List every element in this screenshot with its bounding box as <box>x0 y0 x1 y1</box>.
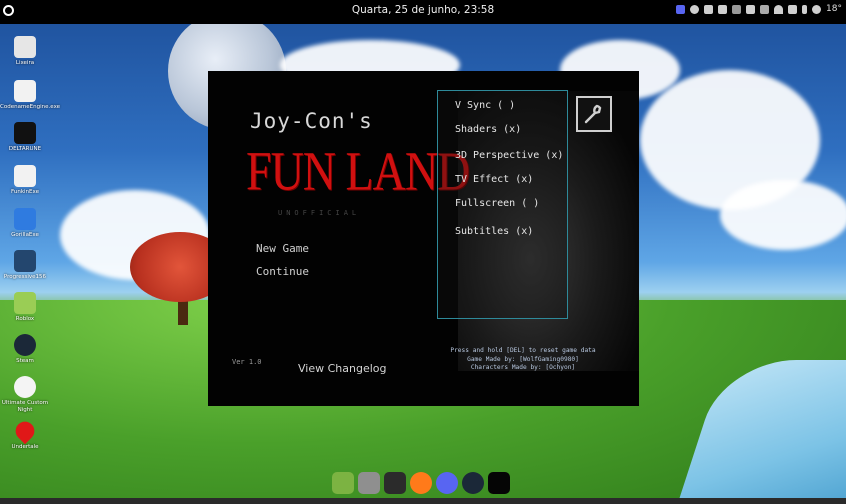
desktop-icon-label: Roblox <box>15 316 35 322</box>
wallpaper-cloud <box>720 180 846 250</box>
heart-icon <box>11 417 39 445</box>
desktop-icon[interactable]: Steam <box>0 334 50 365</box>
top-bar: Quarta, 25 de junho, 23:58 18° <box>0 0 846 24</box>
desktop-icon-label: DELTARUNE <box>8 146 42 152</box>
tv-effect-toggle[interactable]: TV Effect (x) <box>455 174 533 185</box>
discord-tray-icon[interactable] <box>676 4 686 14</box>
subtitles-toggle[interactable]: Subtitles (x) <box>455 226 533 237</box>
desktop-icon[interactable]: DELTARUNE <box>0 122 50 153</box>
game-credit: Game Made by: [WolfGaming0980] <box>467 355 579 363</box>
desktop-icon-label: Progressive156 <box>3 274 47 280</box>
display-tray-icon[interactable] <box>760 4 770 14</box>
3d-perspective-toggle[interactable]: 3D Perspective (x) <box>455 150 563 161</box>
steam-icon <box>14 334 36 356</box>
settings-wrench-button[interactable] <box>576 96 612 132</box>
battery-tray-icon[interactable] <box>732 4 742 14</box>
weather-icon <box>812 4 822 14</box>
system-tray[interactable]: 18° <box>676 4 842 14</box>
dock-minecraft[interactable] <box>332 472 354 494</box>
clipboard-tray-icon[interactable] <box>718 4 728 14</box>
dock-game[interactable] <box>488 472 510 494</box>
desktop-icon[interactable]: GorillaExe <box>0 208 50 239</box>
character-credit: Characters Made by: [Ochyon] <box>470 364 576 371</box>
dock <box>326 469 524 497</box>
temperature: 18° <box>826 4 842 14</box>
wifi-icon[interactable] <box>774 4 784 14</box>
desktop-icon[interactable]: Lixeira <box>0 36 50 67</box>
view-changelog-button[interactable]: View Changelog <box>298 362 386 375</box>
desktop-icon[interactable]: FunkinExe <box>0 165 50 196</box>
panda-icon <box>14 376 36 398</box>
game-title-logo: FUN LAND <box>246 140 470 202</box>
dock-firefox[interactable] <box>410 472 432 494</box>
desktop-icon-label: Ultimate Custom Night <box>1 400 49 413</box>
power-icon[interactable] <box>802 4 808 14</box>
trash-icon <box>14 36 36 58</box>
gorilla-icon <box>14 208 36 230</box>
desktop-icon[interactable]: CodenameEngine.exe <box>0 80 61 111</box>
steam-tray-icon[interactable] <box>690 4 700 14</box>
version-label: Ver 1.0 <box>232 358 262 366</box>
shaders-toggle[interactable]: Shaders (x) <box>455 124 521 135</box>
dock-terminal[interactable] <box>384 472 406 494</box>
wrench-icon <box>584 104 602 124</box>
settings-panel: V Sync ( ) Shaders (x) 3D Perspective (x… <box>437 90 568 319</box>
roblox-icon <box>14 292 36 314</box>
reset-hint: Press and hold [DEL] to reset game data <box>450 347 596 354</box>
file-icon <box>14 165 36 187</box>
game-title-line1: Joy-Con's <box>250 109 373 133</box>
desktop-icon-label: Steam <box>16 358 34 364</box>
credits-text: Press and hold [DEL] to reset game data … <box>413 347 633 373</box>
new-game-button[interactable]: New Game <box>256 242 309 255</box>
dock-steam[interactable] <box>462 472 484 494</box>
bottom-strip <box>0 498 846 504</box>
dock-files[interactable] <box>358 472 380 494</box>
dock-discord[interactable] <box>436 472 458 494</box>
network-tray-icon[interactable] <box>746 4 756 14</box>
desktop-icon-label: FunkinExe <box>11 189 39 195</box>
desktop-icon[interactable]: Undertale <box>0 417 50 451</box>
file-icon <box>14 80 36 102</box>
game-window[interactable]: Joy-Con's FUN LAND UNOFFICIAL New Game C… <box>208 71 639 406</box>
vsync-toggle[interactable]: V Sync ( ) <box>455 100 515 111</box>
game-title-subtitle: UNOFFICIAL <box>278 209 361 217</box>
app-tray-icon[interactable] <box>704 4 714 14</box>
app-icon <box>14 250 36 272</box>
desktop-icon-label: GorillaExe <box>11 232 39 238</box>
desktop-icon-label: CodenameEngine.exe <box>0 104 61 110</box>
fullscreen-toggle[interactable]: Fullscreen ( ) <box>455 198 539 209</box>
desktop-icon[interactable]: Progressive156 <box>0 250 50 281</box>
continue-button[interactable]: Continue <box>256 265 309 278</box>
desktop-icon-label: Undertale <box>11 444 39 450</box>
deltarune-icon <box>14 122 36 144</box>
desktop-icon[interactable]: Ultimate Custom Night <box>0 376 50 413</box>
desktop-icon-label: Lixeira <box>15 60 35 66</box>
volume-icon[interactable] <box>788 4 798 14</box>
desktop-icon[interactable]: Roblox <box>0 292 50 323</box>
